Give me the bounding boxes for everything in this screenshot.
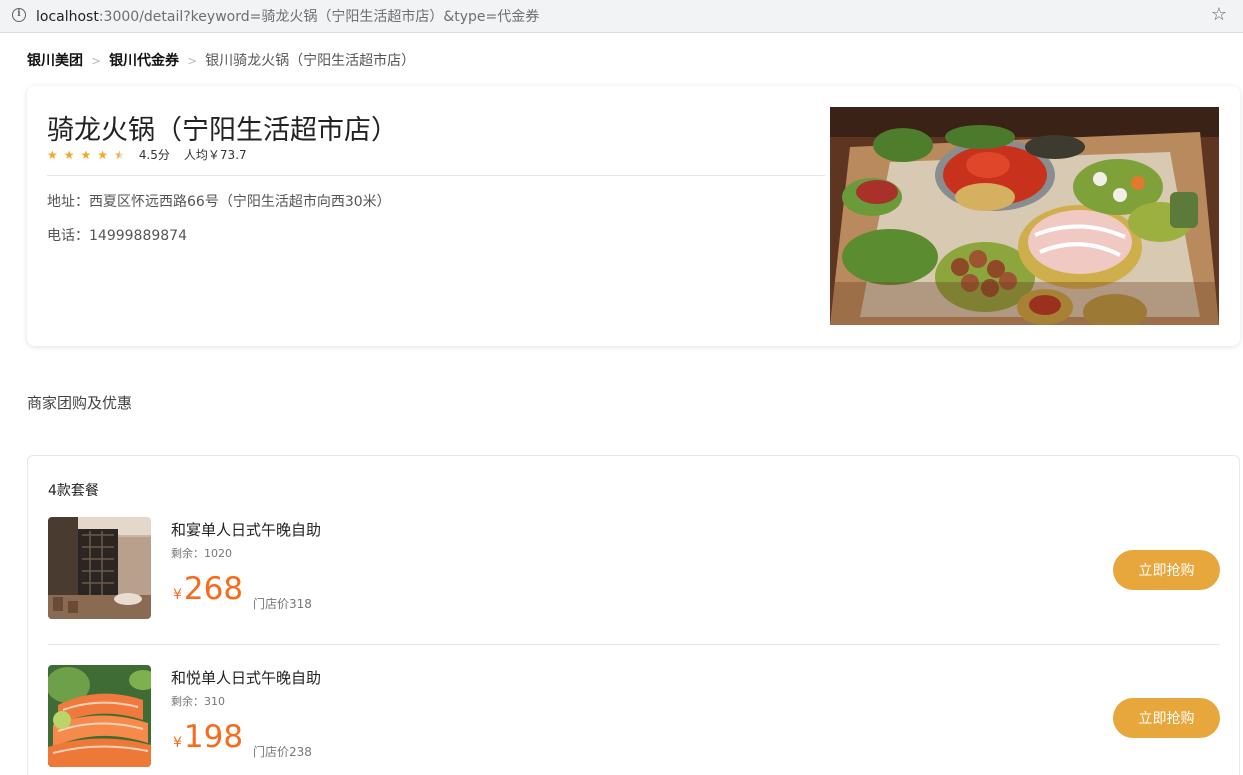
half-star-icon: ★ <box>114 147 125 162</box>
store-name: 骑龙火锅（宁阳生活超市店） <box>47 115 398 146</box>
deal-name[interactable]: 和悦单人日式午晚自助 <box>171 667 321 688</box>
deal-item: 和悦单人日式午晚自助 剩余：310 ¥198 门店价238 立即抢购 <box>48 665 1220 770</box>
breadcrumb-link-category[interactable]: 银川代金券 <box>109 53 179 69</box>
deals-card: 4款套餐 和宴单人日式午晚自助 剩余：1020 ¥268 门店价318 立即抢购 <box>27 455 1240 775</box>
deal-original-price: 门店价318 <box>253 597 312 611</box>
rating-stars: ★ ★ ★ ★ ★ <box>47 149 131 161</box>
breadcrumb-current: 银川骑龙火锅（宁阳生活超市店） <box>205 53 416 69</box>
star-icon: ★ <box>63 147 75 162</box>
store-info-card: 骑龙火锅（宁阳生活超市店） ★ ★ ★ ★ ★ 4.5分 人均￥73.7 地址：… <box>27 86 1240 346</box>
url-field[interactable]: localhost:3000/detail?keyword=骑龙火锅（宁阳生活超… <box>36 6 539 26</box>
store-avg-price: 人均￥73.7 <box>183 148 247 162</box>
hotpot-photo-illustration <box>830 107 1219 325</box>
star-icon: ★ <box>97 147 109 162</box>
deal-price: ¥268 <box>173 571 243 607</box>
breadcrumb-separator: > <box>187 54 198 68</box>
deal-name[interactable]: 和宴单人日式午晚自助 <box>171 519 321 540</box>
restaurant-interior-illustration <box>48 517 151 619</box>
currency-symbol: ¥ <box>173 587 182 603</box>
star-icon: ★ <box>47 147 58 162</box>
store-phone: 电话：14999889874 <box>47 228 187 244</box>
store-rating: ★ ★ ★ ★ ★ 4.5分 人均￥73.7 <box>47 146 247 163</box>
salmon-sashimi-illustration <box>48 665 151 767</box>
deals-count: 4款套餐 <box>48 483 99 499</box>
breadcrumb-link-city[interactable]: 银川美团 <box>27 53 83 69</box>
divider <box>47 175 825 176</box>
bookmark-star-icon[interactable]: ☆ <box>1211 4 1227 25</box>
currency-symbol: ¥ <box>173 735 182 751</box>
deal-stock: 剩余：1020 <box>171 547 232 560</box>
store-score: 4.5分 <box>138 148 170 162</box>
deal-price: ¥198 <box>173 719 243 755</box>
star-icon: ★ <box>80 147 92 162</box>
url-host: localhost <box>36 9 99 25</box>
deal-stock: 剩余：310 <box>171 695 225 708</box>
buy-now-button[interactable]: 立即抢购 <box>1113 550 1220 590</box>
deal-original-price: 门店价238 <box>253 745 312 759</box>
buy-now-button[interactable]: 立即抢购 <box>1113 698 1220 738</box>
deal-divider <box>48 644 1220 645</box>
url-path: :3000/detail?keyword=骑龙火锅（宁阳生活超市店）&type=… <box>98 9 540 25</box>
deal-item: 和宴单人日式午晚自助 剩余：1020 ¥268 门店价318 立即抢购 <box>48 517 1220 622</box>
restaurant-interior-photo[interactable] <box>48 517 151 619</box>
store-address: 地址：西夏区怀远西路66号（宁阳生活超市向西30米） <box>47 194 391 210</box>
breadcrumb-separator: > <box>91 54 102 68</box>
hotpot-photo <box>830 107 1219 325</box>
deal-price-amount: 198 <box>183 719 244 755</box>
salmon-sashimi-photo[interactable] <box>48 665 151 767</box>
info-icon[interactable]: i <box>12 8 26 22</box>
breadcrumb: 银川美团 > 银川代金券 > 银川骑龙火锅（宁阳生活超市店） <box>27 50 415 70</box>
browser-address-bar: i localhost:3000/detail?keyword=骑龙火锅（宁阳生… <box>0 0 1243 33</box>
section-title-deals: 商家团购及优惠 <box>27 394 133 412</box>
deal-price-amount: 268 <box>183 571 244 607</box>
